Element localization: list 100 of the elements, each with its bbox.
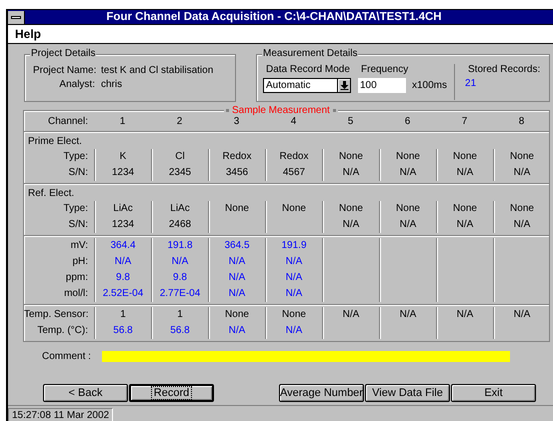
table-cell: None: [493, 149, 550, 165]
table-cell: N/A: [493, 165, 550, 181]
table-cell: None: [322, 201, 379, 217]
field-label: Frequency: [360, 64, 410, 75]
row-label: Type:: [62, 150, 89, 164]
table-cell: N/A: [322, 165, 379, 181]
row-label: S/N:: [68, 166, 89, 180]
comment-label: Comment :: [41, 351, 92, 362]
table-cell: N/A: [208, 286, 265, 302]
group-legend: Project Details: [30, 48, 96, 59]
unit-label: x100ms: [412, 80, 448, 91]
dropdown-arrow-icon[interactable]: [337, 79, 350, 92]
table-cell: N/A: [94, 254, 151, 270]
row-label: ppm:: [64, 271, 89, 285]
field-value: test K and Cl stabilisation: [101, 65, 214, 76]
table-cell: Redox: [265, 149, 322, 165]
table-cell: 2468: [151, 217, 208, 233]
table-cell: Cl: [151, 149, 208, 165]
marker-icon: [226, 109, 229, 112]
field-label: Analyst:: [58, 79, 95, 90]
channel-number: 2: [176, 115, 184, 129]
table-cell: N/A: [265, 254, 322, 270]
table-cell: N/A: [493, 307, 550, 323]
table-cell: 1234: [94, 165, 151, 181]
table-cell: N/A: [151, 254, 208, 270]
channel-number: 6: [404, 115, 412, 129]
table-cell: N/A: [322, 307, 379, 323]
table-cell: N/A: [265, 270, 322, 286]
push-button[interactable]: < Back: [43, 384, 128, 402]
table-cell: 56.8: [151, 323, 208, 339]
table-cell: 191.8: [151, 238, 208, 254]
channel-number: 7: [460, 115, 468, 129]
table-cell: 1: [151, 307, 208, 323]
table-cell: N/A: [436, 217, 493, 233]
channel-number: 5: [346, 115, 354, 129]
table-cell: N/A: [265, 323, 322, 339]
table-cell: N/A: [379, 165, 436, 181]
table-cell: N/A: [322, 217, 379, 233]
table-cell: 364.5: [208, 238, 265, 254]
section-title: Prime Elect.: [27, 135, 83, 149]
table-cell: None: [265, 307, 322, 323]
channel-number: 3: [232, 116, 240, 129]
marker-icon: [332, 109, 336, 112]
table-cell: None: [208, 201, 265, 217]
table-cell: 9.8: [94, 270, 151, 286]
row-label: mV:: [70, 239, 89, 253]
row-label: Channel:: [46, 115, 89, 129]
record-mode-dropdown[interactable]: Automatic: [263, 78, 351, 93]
table-cell: 1: [94, 307, 151, 323]
table-cell: N/A: [436, 165, 493, 181]
table-cell: N/A: [208, 323, 265, 339]
table-cell: N/A: [493, 217, 550, 233]
row-label: Type:: [62, 202, 89, 216]
push-button[interactable]: Record: [129, 384, 214, 402]
row-label: S/N:: [68, 218, 89, 232]
comment-field[interactable]: [102, 351, 510, 362]
table-cell: N/A: [265, 286, 322, 302]
push-button[interactable]: View Data File: [365, 384, 450, 402]
table-cell: None: [493, 201, 550, 217]
push-button[interactable]: Exit: [451, 384, 536, 402]
table-cell: 9.8: [151, 270, 208, 286]
table-cell: None: [265, 201, 322, 217]
table-cell: None: [379, 149, 436, 165]
table-cell: N/A: [436, 307, 493, 323]
table-cell: 2345: [151, 165, 208, 181]
row-label: Temp. (°C):: [36, 324, 89, 338]
table-cell: 3456: [208, 165, 265, 181]
table-cell: 364.4: [94, 238, 151, 254]
table-cell: 56.8: [94, 323, 151, 339]
table-cell: Redox: [208, 149, 265, 165]
table-cell: None: [379, 201, 436, 217]
row-label: pH:: [71, 255, 89, 269]
status-panel: 15:27:08 11 Mar 2002: [8, 408, 114, 421]
table-cell: N/A: [379, 307, 436, 323]
table-cell: 4567: [265, 165, 322, 181]
table-cell: 1234: [94, 217, 151, 233]
table-cell: K: [94, 149, 151, 165]
field-label: Data Record Mode: [265, 64, 351, 75]
table-cell: N/A: [208, 254, 265, 270]
window-title: Four Channel Data Acquisition - C:\4-CHAN\DATA\TEST1.4CH: [105, 11, 443, 23]
row-label: mol/l:: [63, 287, 89, 301]
channel-number: 1: [118, 115, 126, 129]
table-cell: None: [436, 201, 493, 217]
system-menu-icon[interactable]: [8, 10, 25, 24]
stored-records-count: 21: [465, 78, 478, 89]
table-cell: None: [208, 307, 265, 323]
table-cell: 2.77E-04: [151, 286, 208, 302]
table-cell: None: [436, 149, 493, 165]
field-label: Project Name:: [33, 65, 95, 76]
row-label: Temp. Sensor:: [24, 308, 90, 322]
menu-item[interactable]: Help: [15, 27, 42, 41]
channel-number: 8: [518, 115, 526, 129]
table-cell: 2.52E-04: [94, 286, 151, 302]
push-button[interactable]: Average Number: [279, 384, 364, 402]
table-cell: N/A: [379, 217, 436, 233]
field-label: Stored Records:: [467, 64, 540, 75]
table-cell: LiAc: [151, 201, 208, 217]
field-value: chris: [101, 79, 124, 90]
channel-number: 4: [290, 115, 298, 129]
frequency-input[interactable]: 100: [358, 78, 406, 93]
